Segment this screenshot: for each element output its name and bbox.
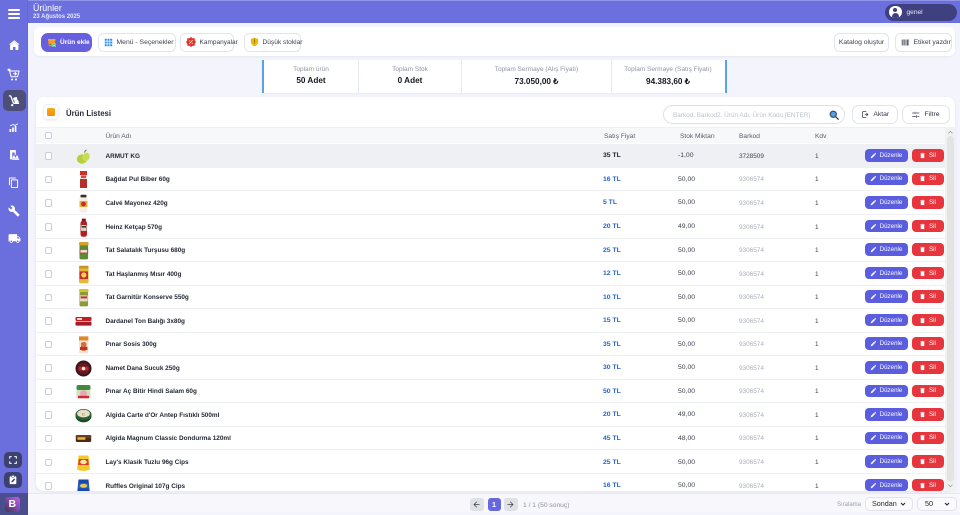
svg-text:C: C bbox=[82, 411, 85, 416]
